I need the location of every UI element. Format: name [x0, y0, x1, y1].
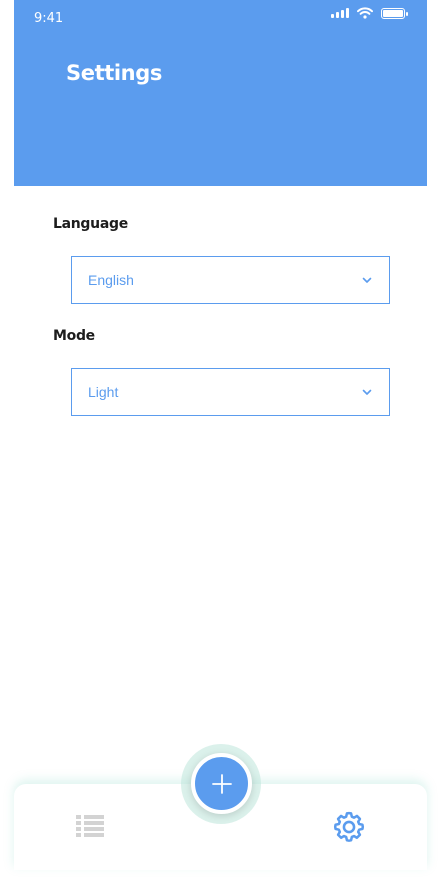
add-button[interactable] [191, 753, 252, 814]
page-title: Settings [66, 61, 162, 85]
nav-settings-button[interactable] [330, 808, 368, 846]
nav-list-button[interactable] [76, 814, 104, 838]
chevron-down-icon [361, 386, 373, 398]
chevron-down-icon [361, 274, 373, 286]
mode-select-value: Light [88, 384, 119, 400]
mode-label: Mode [53, 328, 95, 344]
plus-icon [211, 773, 232, 794]
gear-icon [333, 811, 365, 842]
mode-select[interactable]: Light [71, 368, 390, 416]
language-select[interactable]: English [71, 256, 390, 304]
battery-fill [383, 9, 403, 17]
language-label: Language [53, 216, 128, 232]
header: 9:41 Settings [14, 0, 427, 186]
list-icon [76, 815, 104, 837]
wifi-icon [357, 7, 373, 19]
battery-icon [381, 7, 408, 19]
status-icons [331, 6, 408, 20]
status-time: 9:41 [34, 11, 64, 26]
cellular-signal-icon [331, 8, 349, 18]
settings-screen: 9:41 Settings Language English Mode Ligh… [14, 0, 427, 880]
language-select-value: English [88, 272, 134, 288]
